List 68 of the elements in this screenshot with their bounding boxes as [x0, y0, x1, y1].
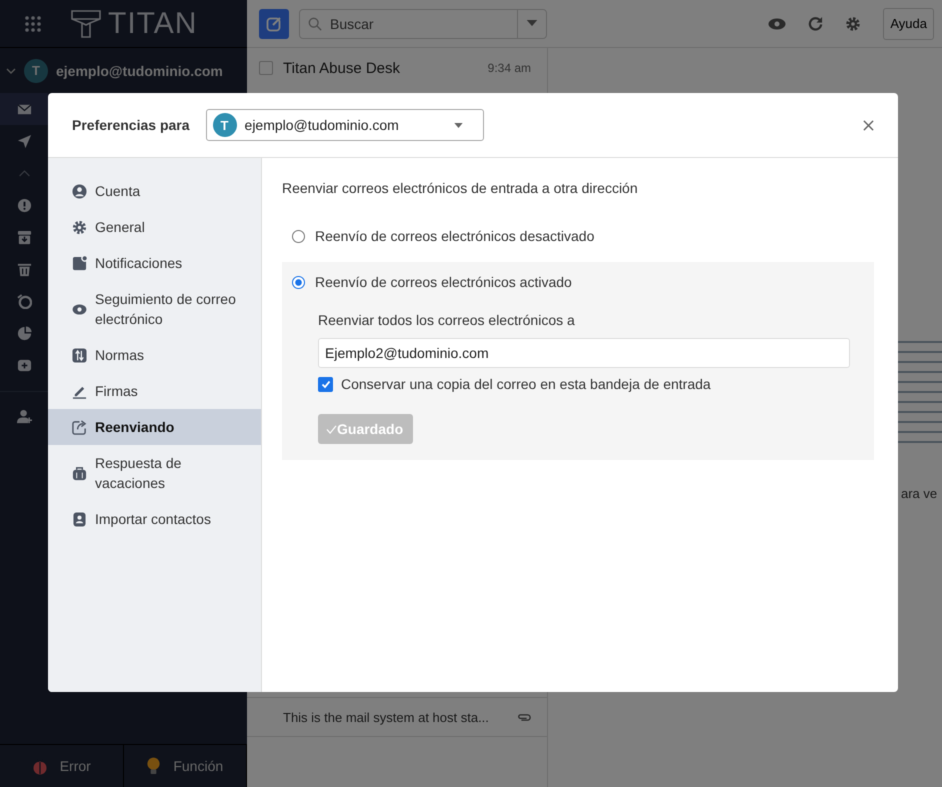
search-icon — [308, 16, 322, 30]
nav-item[interactable]: Firmas — [48, 373, 261, 409]
nav-item[interactable]: Cuenta — [48, 173, 261, 209]
caret-down-icon — [454, 122, 463, 128]
nav-item[interactable]: Reenviando — [48, 409, 261, 445]
chevron-up-icon — [18, 168, 30, 178]
paperclip-icon — [517, 712, 531, 722]
share-icon — [72, 420, 87, 434]
account-avatar: T — [212, 113, 237, 137]
checkbox[interactable] — [259, 61, 273, 75]
gear-icon — [72, 220, 87, 234]
plus-square-icon — [16, 358, 32, 372]
account-email[interactable]: ejemplo@tudominio.com — [56, 62, 223, 78]
logo-icon — [70, 8, 102, 38]
settings-icon[interactable] — [845, 16, 862, 32]
option-label[interactable]: Reenvío de correos electrónicos desactivado — [315, 228, 594, 244]
close-icon[interactable] — [863, 120, 874, 130]
user-circle-icon — [72, 184, 87, 198]
person-add-icon — [16, 408, 32, 424]
account-avatar: T — [24, 58, 48, 82]
caret-down-icon[interactable] — [526, 20, 538, 27]
logo-text: TITAN — [108, 6, 198, 40]
chevron-icon[interactable] — [6, 66, 16, 76]
eye-icon — [72, 304, 87, 314]
rules-icon — [72, 348, 87, 362]
suitcase-icon — [72, 466, 87, 480]
field-label: Reenviar todos los correos electrónicos a — [318, 312, 575, 328]
help-button[interactable]: Ayuda — [883, 8, 934, 40]
nav-item[interactable]: Importar contactos — [48, 501, 261, 537]
trash-icon — [16, 262, 32, 276]
paper-plane-icon — [16, 134, 32, 148]
mail-preview: This is the mail system at host sta... — [283, 710, 489, 724]
section-heading: Reenviar correos electrónicos de entrada a otra dirección — [282, 180, 639, 196]
nav-item[interactable]: Normas — [48, 337, 261, 373]
reading-pane-text: ara ve — [901, 486, 938, 501]
pie-chart-icon — [16, 326, 32, 340]
archive-icon — [16, 230, 32, 244]
option-label[interactable]: Reenvío de correos electrónicos activado — [315, 274, 572, 290]
contact-card-icon — [73, 512, 86, 526]
account-email: ejemplo@tudominio.com — [244, 117, 400, 133]
account-dropdown[interactable]: T ejemplo@tudominio.com — [206, 109, 484, 141]
exclamation-circle-icon — [16, 198, 32, 212]
mail-row[interactable]: Titan Abuse Desk 9:34 am — [247, 48, 547, 88]
rail-item[interactable] — [0, 93, 48, 125]
checkmark-icon — [326, 424, 337, 434]
apps-grid-icon[interactable] — [24, 14, 42, 32]
mail-sender: Titan Abuse Desk — [283, 60, 402, 76]
checkbox[interactable] — [318, 376, 333, 392]
checkmark-icon — [320, 379, 330, 389]
nav-item[interactable]: General — [48, 209, 261, 245]
search-bar[interactable]: Buscar — [299, 8, 547, 38]
compose-button[interactable] — [259, 8, 289, 38]
mail-time: 9:34 am — [488, 61, 531, 75]
nav-item[interactable]: Notificaciones — [48, 245, 261, 281]
nav-item[interactable]: Respuesta de vacaciones — [48, 445, 261, 501]
nav-item[interactable]: Seguimiento de correo electrónico — [48, 281, 261, 337]
envelope-icon — [16, 102, 32, 116]
edit-icon — [266, 16, 282, 32]
dialog-title: Preferencias para — [72, 117, 190, 133]
radio-button[interactable] — [292, 276, 305, 288]
radio-button[interactable] — [292, 230, 305, 242]
lightbulb-icon — [146, 756, 162, 776]
notification-badge-icon — [72, 256, 87, 270]
search-field[interactable]: Buscar — [328, 14, 511, 32]
checkbox-label[interactable]: Conservar una copia del correo en esta bandeja de entrada — [341, 376, 711, 392]
email-input-field[interactable]: Ejemplo2@tudominio.com — [318, 338, 850, 368]
eye-icon[interactable] — [768, 18, 786, 30]
refresh-icon[interactable] — [808, 16, 824, 31]
